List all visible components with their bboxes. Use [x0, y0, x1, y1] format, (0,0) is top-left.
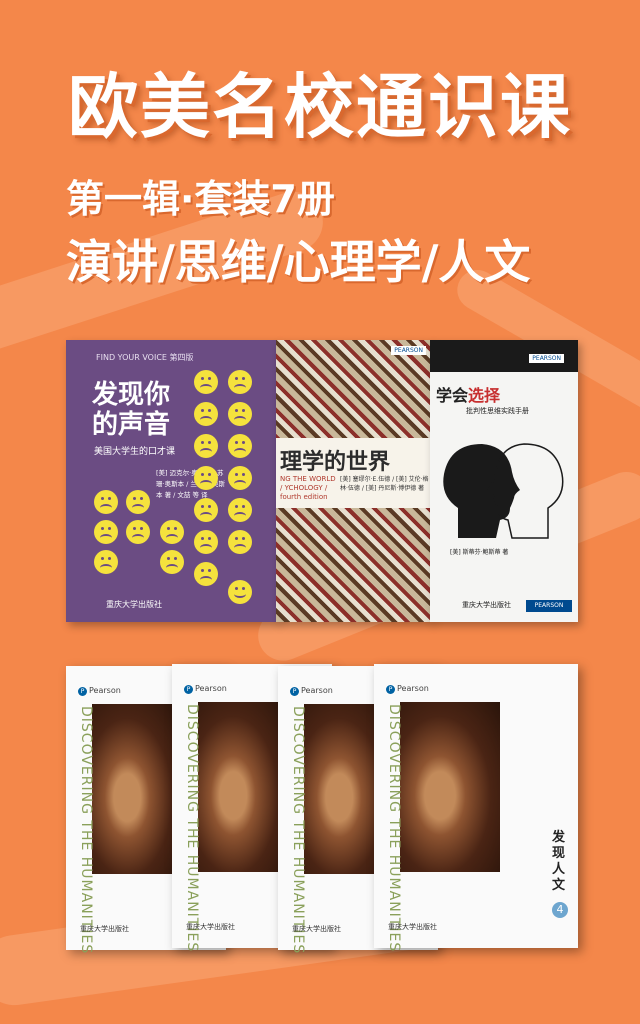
book-english-title: NG THE WORLD / YCHOLOGY / fourth edition	[280, 475, 336, 501]
face-icon	[160, 550, 184, 574]
book-publisher: 重庆大学出版社	[462, 601, 511, 609]
book-learn-to-choose[interactable]: PEARSON 学会选择 批判性思维实践手册 [美] 斯蒂芬·鲍斯蒂 著 重庆大…	[430, 340, 578, 622]
book-title: DISCOVERING THE HUMANITIES	[386, 704, 402, 953]
book-publisher: 重庆大学出版社	[186, 923, 235, 931]
book-publisher: 重庆大学出版社	[80, 925, 129, 933]
book-title: DISCOVERING THE HUMANITIES	[184, 704, 200, 953]
face-icon	[228, 530, 252, 554]
pearson-logo: Pearson	[78, 686, 121, 696]
face-icon	[94, 550, 118, 574]
book-top-label: FIND YOUR VOICE 第四版	[96, 353, 194, 362]
face-icon	[194, 498, 218, 522]
face-icon	[94, 490, 118, 514]
volume-label: 发现人文	[552, 830, 566, 893]
face-icon	[194, 402, 218, 426]
smile-face-icon	[228, 580, 252, 604]
face-icon	[228, 370, 252, 394]
face-icon	[228, 498, 252, 522]
cover-painting	[92, 704, 180, 874]
pearson-logo: Pearson	[386, 684, 429, 694]
book-subtitle: 美国大学生的口才课	[94, 447, 176, 457]
face-icon	[94, 520, 118, 544]
book-title: DISCOVERING THE HUMANITIES	[290, 706, 306, 955]
face-icon	[194, 434, 218, 458]
cover-painting	[400, 702, 500, 872]
book-title: 发现你的声音	[92, 380, 171, 440]
book-title: DISCOVERING THE HUMANITIES	[78, 706, 94, 955]
pearson-logo: PEARSON	[391, 346, 426, 355]
pearson-logo: Pearson	[184, 684, 227, 694]
book-discovering-humanities-4[interactable]: Pearson DISCOVERING THE HUMANITIES 发现人文 …	[374, 664, 578, 953]
face-icon	[194, 466, 218, 490]
volume-number: 4	[552, 902, 568, 918]
face-icon	[126, 520, 150, 544]
book-author: [美] 斯蒂芬·鲍斯蒂 著	[450, 549, 509, 556]
sub-title: 第一辑·套装7册	[66, 177, 335, 221]
face-icon	[228, 466, 252, 490]
book-find-your-voice[interactable]: FIND YOUR VOICE 第四版 发现你的声音 美国大学生的口才课 [美]…	[66, 340, 278, 622]
face-icon	[160, 520, 184, 544]
cover-painting	[198, 702, 286, 872]
book-title: 理学的世界	[280, 450, 391, 475]
book-publisher: 重庆大学出版社	[292, 925, 341, 933]
head-silhouette-icon	[443, 443, 564, 539]
book-psychology-world[interactable]: PEARSON 理学的世界 NG THE WORLD / YCHOLOGY / …	[276, 340, 432, 622]
book-header-bar: PEARSON	[430, 340, 578, 372]
face-icon	[194, 370, 218, 394]
face-icon	[194, 530, 218, 554]
face-icon	[194, 562, 218, 586]
book-publisher: 重庆大学出版社	[106, 600, 162, 609]
pearson-logo: PEARSON	[529, 354, 564, 363]
topic-title: 演讲/思维/心理学/人文	[66, 235, 531, 289]
face-icon	[228, 434, 252, 458]
book-set-poster: 欧美名校通识课 第一辑·套装7册 演讲/思维/心理学/人文 FIND YOUR …	[0, 0, 640, 1024]
face-icon	[126, 490, 150, 514]
pearson-logo: Pearson	[290, 686, 333, 696]
book-publisher: 重庆大学出版社	[388, 923, 437, 931]
face-icon	[228, 402, 252, 426]
main-title: 欧美名校通识课	[68, 66, 572, 148]
book-authors: [美] 塞缪尔·E.伍德 / [美] 艾伦·格林·伍德 / [美] 丹尼斯·博伊…	[340, 476, 429, 492]
pearson-logo: PEARSON	[526, 600, 572, 612]
book-title: 学会选择	[436, 386, 501, 405]
book-subtitle: 批判性思维实践手册	[466, 407, 529, 415]
